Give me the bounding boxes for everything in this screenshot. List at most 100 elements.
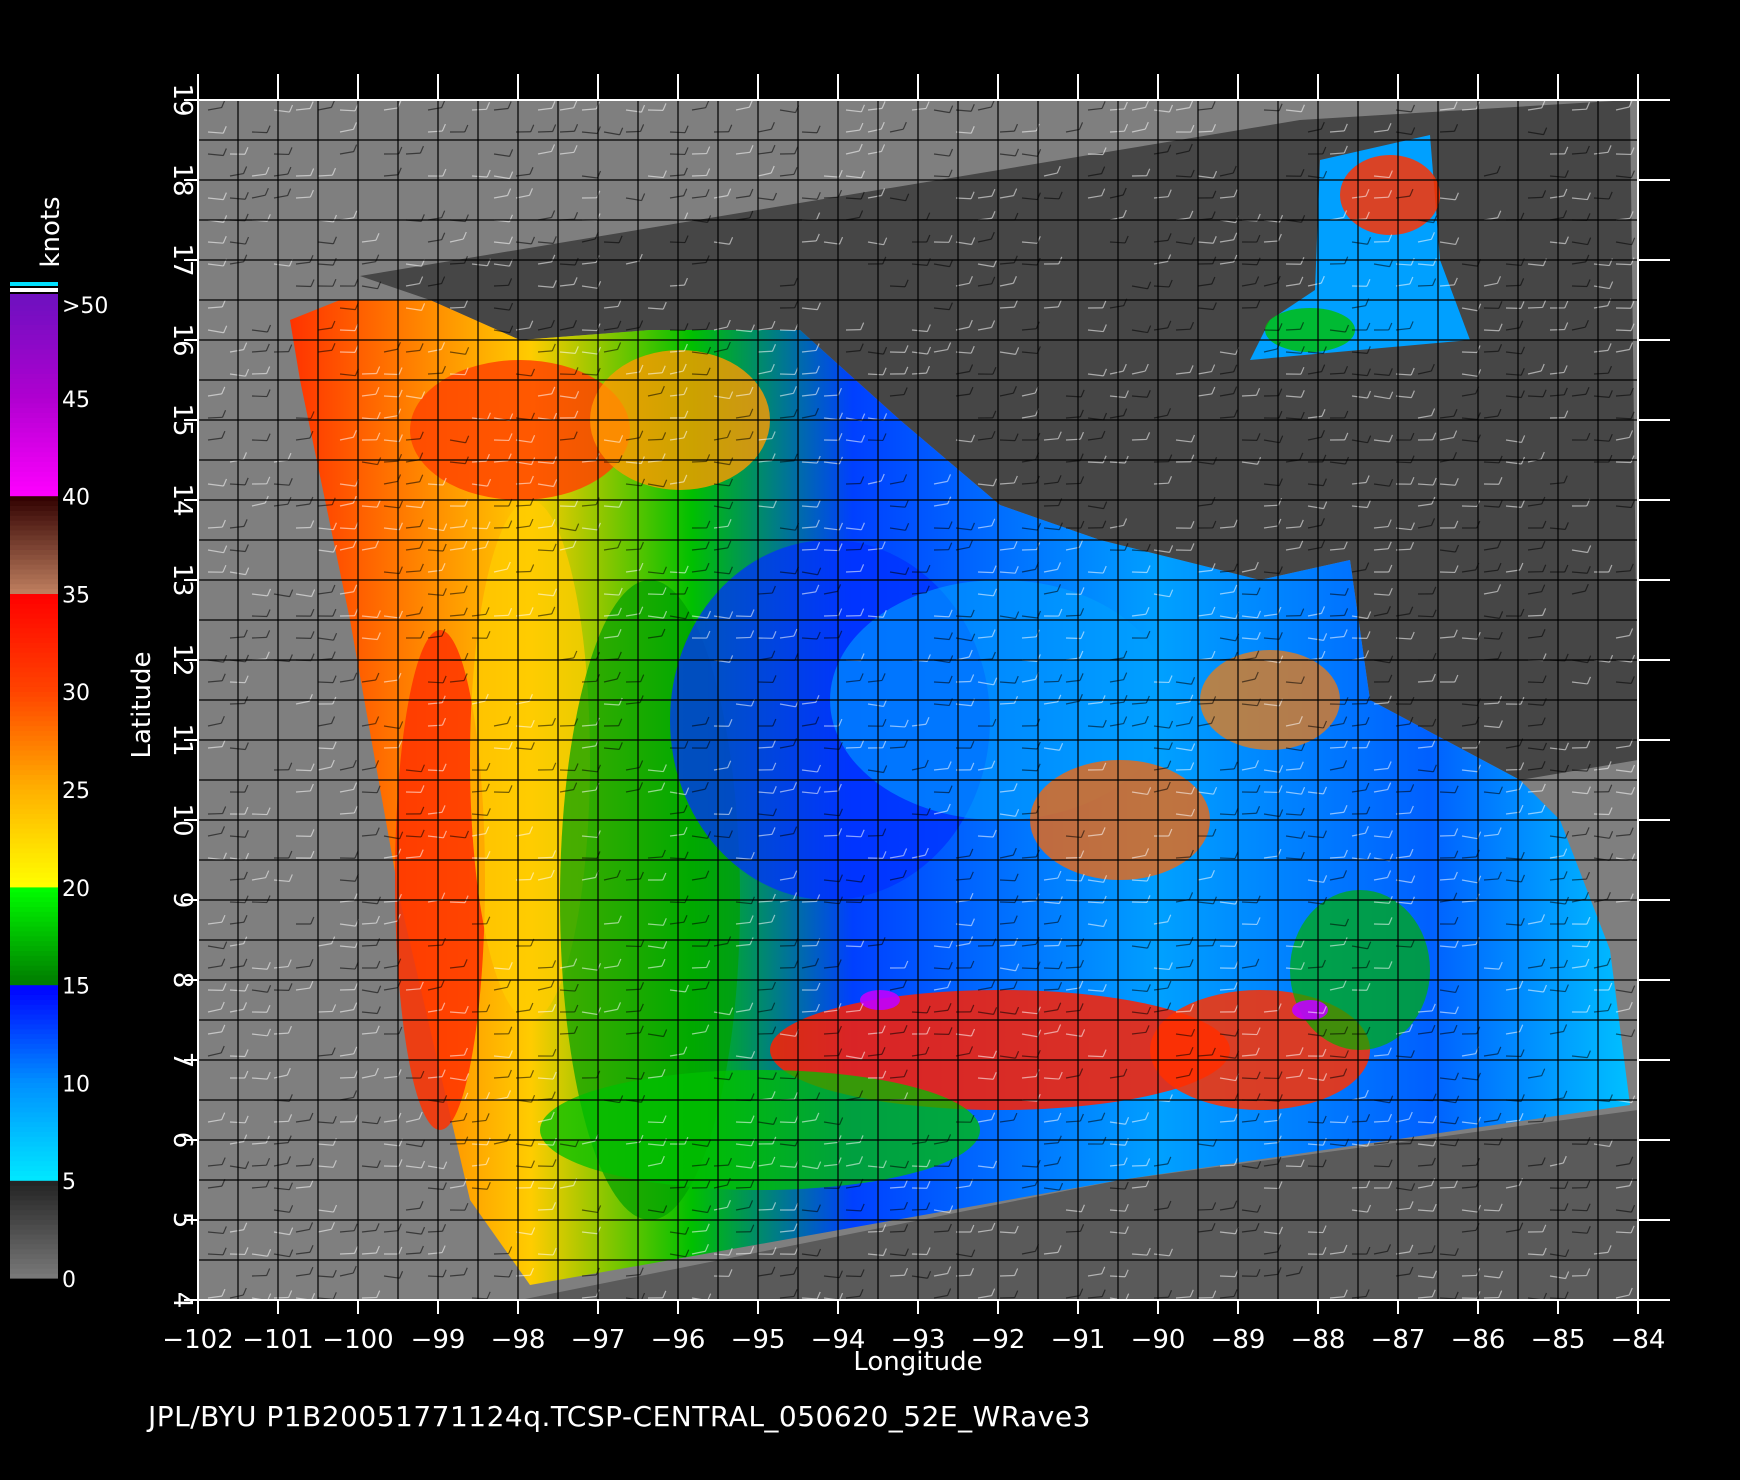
colorbar-tick-label: 40: [62, 486, 90, 511]
colorbar-band: [10, 925, 58, 932]
wind-barb: [999, 879, 1016, 882]
wind-barb: [757, 1208, 773, 1211]
blob-magenta-1: [860, 990, 900, 1010]
colorbar-band: [10, 466, 58, 472]
wind-barb: [1043, 988, 1059, 991]
colorbar-band: [10, 1189, 58, 1196]
colorbar-band: [10, 833, 58, 839]
colorbar-band: [10, 353, 58, 360]
wind-barb: [449, 306, 465, 309]
wind-barb: [1615, 1231, 1632, 1234]
wind-barb: [779, 329, 796, 332]
wind-barb: [1329, 746, 1345, 749]
colorbar-band: [10, 793, 58, 800]
wind-barb: [427, 681, 444, 684]
wind-barb: [1241, 1033, 1258, 1036]
colorbar-band: [10, 798, 58, 805]
wind-barb: [251, 813, 268, 816]
colorbar-band: [10, 749, 58, 756]
colorbar-band: [10, 1243, 58, 1250]
wind-barb: [1483, 329, 1500, 332]
colorbar-band: [10, 1116, 58, 1123]
wind-barb: [1197, 130, 1213, 133]
wind-barb: [471, 108, 487, 111]
lat-tick-label: 13: [167, 563, 197, 596]
colorbar-band: [10, 1238, 58, 1245]
wind-barb: [1571, 945, 1588, 948]
colorbar-band: [10, 1038, 58, 1044]
colorbar-band: [10, 676, 58, 683]
wind-barb: [559, 130, 575, 133]
colorbar-band: [10, 436, 58, 443]
colorbar-band: [10, 1155, 58, 1162]
wind-barb: [1241, 593, 1258, 596]
wind-barb: [383, 460, 399, 463]
wind-barb: [449, 901, 466, 904]
wind-barb: [537, 856, 553, 859]
colorbar-band: [10, 906, 58, 912]
lat-tick-label: 5: [167, 1212, 197, 1229]
lon-tick-label: −90: [1131, 1325, 1186, 1355]
colorbar-band: [10, 681, 58, 687]
lat-tick-label: 15: [167, 403, 197, 436]
colorbar-band: [10, 857, 58, 863]
wind-barb: [1351, 1186, 1367, 1189]
colorbar-band: [10, 1175, 58, 1181]
colorbar-band: [10, 456, 58, 462]
wind-barb: [933, 791, 950, 794]
colorbar-band: [10, 383, 58, 389]
wind-barb: [647, 438, 663, 441]
wind-barb: [1219, 1275, 1236, 1278]
colorbar-band: [10, 940, 58, 947]
wind-barb: [999, 130, 1015, 133]
wind-barb: [889, 1274, 905, 1277]
wind-barb: [1461, 1274, 1477, 1277]
lon-tick-label: −102: [162, 1325, 233, 1355]
colorbar-band: [10, 886, 58, 893]
wind-barb: [823, 549, 840, 552]
colorbar-band: [10, 1121, 58, 1128]
colorbar-band: [10, 823, 58, 829]
colorbar-band: [10, 671, 58, 678]
wind-barb: [1483, 1143, 1500, 1146]
wind-barb: [537, 966, 553, 969]
wind-barb: [339, 109, 356, 112]
colorbar-band: [10, 1165, 58, 1172]
colorbar-band: [10, 344, 58, 350]
colorbar-band: [10, 759, 58, 766]
wind-barb: [1087, 1055, 1104, 1058]
colorbar-band: [10, 549, 58, 555]
colorbar-band: [10, 960, 58, 966]
wind-barb: [1571, 108, 1587, 111]
wind-barb: [1263, 109, 1280, 112]
colorbar-band: [10, 637, 58, 643]
colorbar-band: [10, 1023, 58, 1030]
colorbar-band: [10, 485, 58, 492]
colorbar-band: [10, 1077, 58, 1083]
colorbar-band: [10, 867, 58, 873]
colorbar-band: [10, 715, 58, 722]
colorbar-band: [10, 427, 58, 433]
colorbar-band: [10, 1062, 58, 1069]
colorbar-band: [10, 818, 58, 824]
colorbar-band: [10, 916, 58, 922]
wind-barb: [801, 131, 818, 134]
colorbar-band: [10, 700, 58, 707]
colorbar-band: [10, 1013, 58, 1020]
wind-barb: [1527, 196, 1543, 199]
colorbar-band: [10, 1180, 58, 1186]
wind-barb: [449, 373, 466, 376]
wind-barb: [251, 636, 267, 639]
colorbar-band: [10, 578, 58, 585]
wind-barb: [1329, 614, 1345, 617]
colorbar-cap-cyan: [10, 282, 58, 286]
wind-barb: [1483, 350, 1499, 353]
wind-barb: [1527, 395, 1544, 398]
colorbar-band: [10, 1233, 58, 1240]
wind-barb: [691, 174, 707, 177]
x-axis-label: Longitude: [853, 1347, 982, 1377]
colorbar-tick-label: 35: [62, 583, 90, 608]
colorbar-band: [10, 495, 58, 502]
wind-barb: [999, 944, 1015, 947]
lon-tick-label: −87: [1371, 1325, 1426, 1355]
